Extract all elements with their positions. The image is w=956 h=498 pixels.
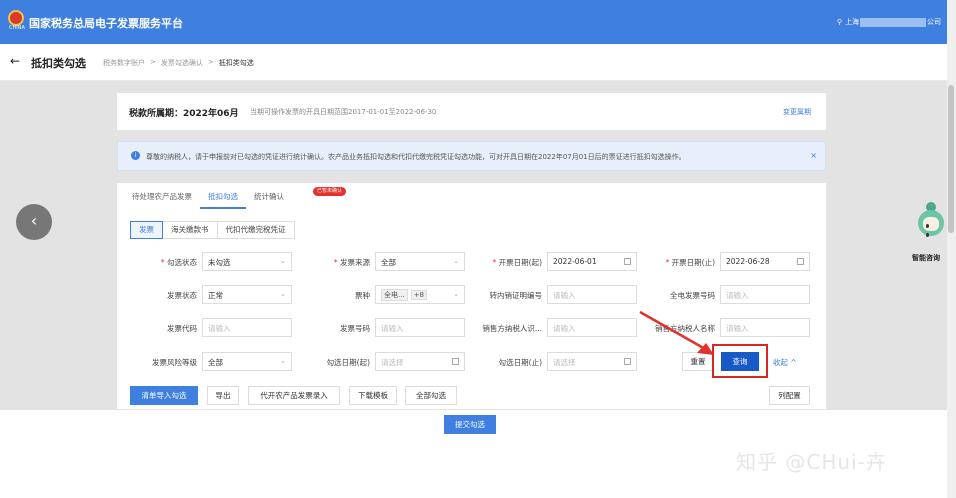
watermark: 知乎 @CHui-卉 [736, 450, 887, 474]
assistant-mascot-icon[interactable] [914, 200, 948, 250]
scrollbar-thumb[interactable] [948, 85, 954, 233]
subtab-invoice[interactable]: 发票 [130, 221, 163, 239]
page-scrollbar[interactable] [947, 0, 956, 498]
carousel-prev-button[interactable]: ‹ [16, 204, 52, 240]
assistant-label[interactable]: 智能咨询 [912, 253, 940, 263]
annotation-arrow [639, 310, 714, 355]
